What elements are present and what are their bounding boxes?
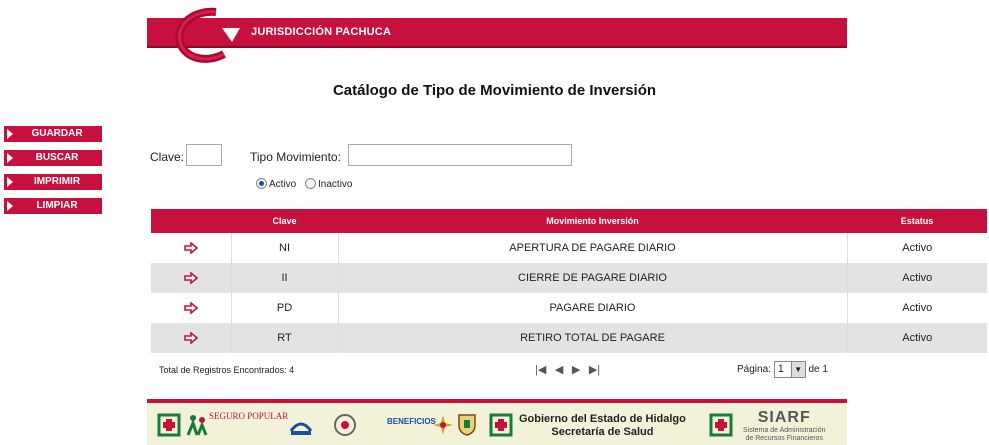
clave-cell: NI (230, 233, 338, 263)
activo-radio[interactable] (256, 178, 267, 189)
guardar-button[interactable]: GUARDAR (4, 126, 102, 142)
jurisdiction-logo-icon (175, 7, 240, 63)
play-icon (7, 129, 13, 139)
estatus-cell: Activo (846, 293, 987, 323)
table-row[interactable]: II CIERRE DE PAGARE DIARIO Activo (151, 263, 987, 293)
limpiar-button[interactable]: LIMPIAR (4, 198, 102, 214)
clave-input[interactable] (186, 144, 222, 166)
page-selector: Página: 1 ▼ de 1 (737, 361, 828, 378)
header-banner: JURISDICCIÓN PACHUCA (147, 18, 847, 48)
page-select-value: 1 (777, 363, 784, 375)
state-coat-of-arms-icon (458, 414, 476, 436)
imprimir-label: IMPRIMIR (33, 176, 81, 187)
activo-label: Activo (269, 179, 297, 190)
movimiento-cell: APERTURA DE PAGARE DIARIO (337, 233, 847, 263)
status-radio-group: Activo Inactivo (256, 178, 358, 190)
tipo-movimiento-label: Tipo Movimiento: (250, 150, 341, 164)
jurisdiction-title: JURISDICCIÓN PACHUCA (251, 26, 392, 38)
next-page-icon[interactable]: ▶ (572, 363, 580, 376)
select-row-cell[interactable] (151, 323, 231, 353)
estatus-cell: Activo (846, 323, 987, 353)
tipo-movimiento-input[interactable] (348, 144, 572, 166)
arrow-right-icon[interactable] (183, 302, 198, 315)
buscar-label: BUSCAR (35, 152, 79, 163)
arrow-right-icon[interactable] (183, 332, 198, 345)
buscar-button[interactable]: BUSCAR (4, 150, 102, 166)
movimiento-cell: RETIRO TOTAL DE PAGARE (337, 323, 847, 353)
table-footer: Total de Registros Encontrados: 4 |◀ ◀ ▶… (151, 355, 987, 383)
column-header-estatus: Estatus (847, 209, 987, 233)
clave-cell: PD (230, 293, 338, 323)
column-header-clave: Clave (231, 209, 338, 233)
column-header-select (151, 209, 231, 233)
family-logo-icon (186, 415, 208, 436)
siarf-mark-icon (709, 413, 733, 437)
hidalgo-line-1: Gobierno del Estado de Hidalgo (519, 413, 686, 425)
pager: |◀ ◀ ▶ ▶| (535, 363, 606, 376)
estatus-cell: Activo (846, 233, 987, 263)
clave-label: Clave: (150, 150, 185, 164)
arrow-right-icon[interactable] (183, 272, 198, 285)
guardar-label: GUARDAR (31, 128, 83, 139)
siarf-title: SIARF (757, 409, 811, 426)
page-label: Página: (737, 364, 771, 376)
siarf-subtitle-1: Sistema de Administración (743, 427, 826, 434)
play-icon (7, 153, 13, 163)
oportunidades-logo-icon (289, 422, 313, 435)
results-table: Clave Movimiento Inversión Estatus NI AP… (151, 209, 987, 353)
select-row-cell[interactable] (151, 233, 231, 263)
inactivo-label: Inactivo (318, 179, 353, 190)
arrow-right-icon[interactable] (183, 242, 198, 255)
table-row[interactable]: NI APERTURA DE PAGARE DIARIO Activo (151, 233, 987, 263)
column-header-movimiento: Movimiento Inversión (338, 209, 847, 233)
hidalgo-logo-icon (489, 413, 513, 437)
star-logo-icon (433, 415, 453, 435)
last-page-icon[interactable]: ▶| (589, 363, 600, 376)
movimiento-cell: CIERRE DE PAGARE DIARIO (337, 263, 847, 293)
select-row-cell[interactable] (151, 263, 231, 293)
inactivo-radio[interactable] (305, 178, 317, 189)
prev-page-icon[interactable]: ◀ (555, 363, 563, 376)
table-row[interactable]: RT RETIRO TOTAL DE PAGARE Activo (151, 323, 987, 353)
hospital-logo-icon (157, 413, 181, 437)
beneficios-logo: BENEFICIOS (387, 417, 436, 426)
imprimir-button[interactable]: IMPRIMIR (4, 174, 102, 190)
chevron-down-icon[interactable]: ▼ (790, 362, 805, 377)
page-of-label: de 1 (808, 364, 828, 376)
estatus-cell: Activo (846, 263, 987, 293)
table-header-row: Clave Movimiento Inversión Estatus (151, 209, 987, 233)
movimiento-cell: PAGARE DIARIO (337, 293, 847, 323)
table-row[interactable]: PD PAGARE DIARIO Activo (151, 293, 987, 323)
clave-cell: RT (230, 323, 338, 353)
page-title: Catálogo de Tipo de Movimiento de Invers… (332, 82, 657, 99)
play-icon (7, 201, 13, 211)
hidalgo-line-2: Secretaría de Salud (551, 426, 654, 438)
seguro-popular-logo: SEGURO POPULAR (209, 411, 289, 421)
clave-cell: II (230, 263, 338, 293)
total-records: Total de Registros Encontrados: 4 (159, 365, 295, 375)
page-select[interactable]: 1 ▼ (773, 361, 806, 378)
select-row-cell[interactable] (151, 293, 231, 323)
hidalgo-government-logo: Gobierno del Estado de Hidalgo Secretarí… (519, 413, 686, 439)
action-buttons: GUARDAR BUSCAR IMPRIMIR LIMPIAR (4, 126, 102, 222)
seal-logo-icon (334, 414, 356, 436)
siarf-logo: SIARF Sistema de Administración de Recur… (743, 409, 825, 443)
sponsor-logos-strip: SEGURO POPULAR BENEFICIOS Gobierno del E… (147, 399, 847, 445)
siarf-subtitle-2: de Recursos Financieros (745, 435, 823, 442)
limpiar-label: LIMPIAR (36, 200, 78, 211)
play-icon (7, 177, 13, 187)
first-page-icon[interactable]: |◀ (535, 363, 546, 376)
